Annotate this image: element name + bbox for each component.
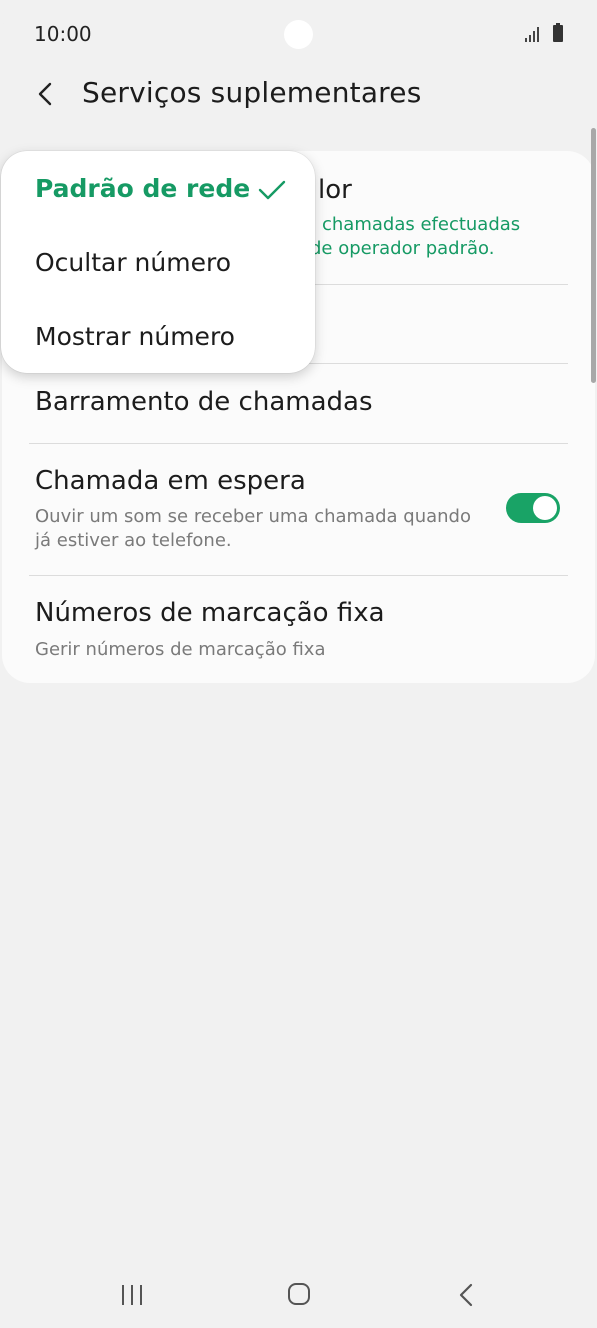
setting-fixed-dialing[interactable]: Números de marcação fixa Gerir números d… <box>2 576 595 683</box>
option-label: Mostrar número <box>35 322 235 351</box>
front-camera <box>284 20 313 49</box>
option-label: Ocultar número <box>35 248 232 277</box>
scrollbar[interactable] <box>591 128 596 383</box>
popup-option-show-number[interactable]: Mostrar número <box>1 302 315 376</box>
phone-screen: 10:00 Serviços suplementares lor chamada… <box>0 0 597 1328</box>
battery-icon <box>553 23 563 42</box>
popup-option-hide-number[interactable]: Ocultar número <box>1 228 315 302</box>
caller-id-options-popup: Padrão de rede Ocultar número Mostrar nú… <box>1 151 315 373</box>
caller-id-subtitle-line1: chamadas efectuadas <box>322 214 521 235</box>
status-bar: 10:00 <box>0 0 597 70</box>
call-barring-title: Barramento de chamadas <box>35 387 373 417</box>
call-waiting-subtitle-line2: já estiver ao telefone. <box>35 530 232 551</box>
chevron-left-icon[interactable] <box>32 80 60 108</box>
home-icon[interactable] <box>287 1282 311 1306</box>
call-waiting-toggle[interactable] <box>506 493 560 523</box>
toggle-knob <box>533 496 557 520</box>
call-waiting-subtitle-line1: Ouvir um som se receber uma chamada quan… <box>35 506 471 527</box>
caller-id-title: lor <box>318 175 352 205</box>
fixed-dialing-title: Números de marcação fixa <box>35 598 385 628</box>
signal-icon <box>525 27 539 42</box>
fixed-dialing-subtitle: Gerir números de marcação fixa <box>35 639 326 660</box>
recent-apps-icon[interactable] <box>120 1284 144 1306</box>
navigation-bar <box>0 1260 597 1328</box>
check-icon <box>258 180 286 200</box>
app-header: Serviços suplementares <box>0 70 597 120</box>
status-time: 10:00 <box>34 22 92 46</box>
call-waiting-title: Chamada em espera <box>35 466 306 496</box>
back-nav-icon[interactable] <box>458 1282 474 1308</box>
caller-id-subtitle-line2: de operador padrão. <box>310 238 495 259</box>
popup-option-network-default[interactable]: Padrão de rede <box>1 154 315 228</box>
page-title: Serviços suplementares <box>82 76 422 109</box>
setting-call-waiting[interactable]: Chamada em espera Ouvir um som se recebe… <box>2 444 595 575</box>
option-label: Padrão de rede <box>35 174 251 203</box>
